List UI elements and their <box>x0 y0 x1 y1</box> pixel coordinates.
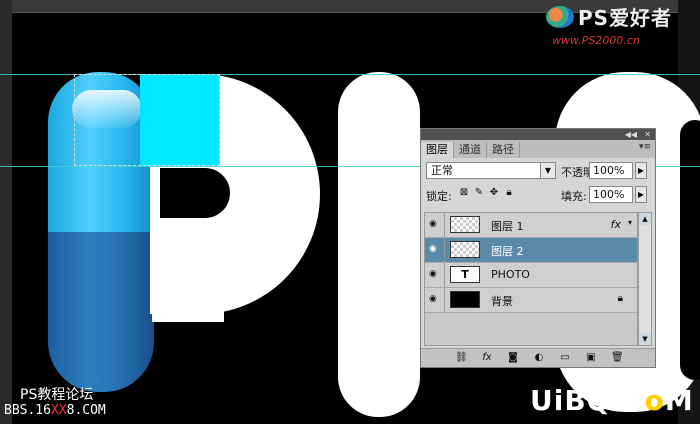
double-arrow-right-icon[interactable]: ◀◀ <box>625 129 637 140</box>
blend-row: 正常 ▼ 不透明度: 100% ▶ <box>421 158 655 182</box>
layer-row[interactable]: ◉ T PHOTO <box>425 263 637 288</box>
panel-tabs: 图层 通道 路径 ▾≡ <box>421 140 655 158</box>
layer-name: 图层 1 <box>491 220 524 233</box>
blend-mode-select[interactable]: 正常 ▼ <box>426 162 556 179</box>
lock-position-icon[interactable]: ✥ <box>489 188 499 198</box>
letter-p-counter <box>160 168 230 218</box>
chevron-down-icon[interactable]: ▼ <box>540 163 555 178</box>
new-layer-icon[interactable]: ▣ <box>585 352 597 363</box>
layer-name: 背景 <box>491 295 513 308</box>
pill-letter-bottom <box>48 232 154 392</box>
mask-icon[interactable]: ◙ <box>507 352 519 363</box>
scroll-up-icon[interactable]: ▲ <box>639 213 651 225</box>
canvas-left-ruler <box>0 0 12 424</box>
logo-mark-icon <box>546 5 574 28</box>
divider <box>444 288 445 312</box>
scroll-down-icon[interactable]: ▼ <box>639 333 651 345</box>
forum-url: BBS.16XX8.COM <box>4 403 106 418</box>
forum-url-part-b: XX <box>50 403 67 418</box>
layer-row[interactable]: ◉ 背景 🔒︎ <box>425 288 637 313</box>
text-layer-thumbnail: T <box>450 266 480 283</box>
lock-icons: ⊠ ✎ ✥ 🔒︎ <box>459 188 514 198</box>
lock-all-icon[interactable]: 🔒︎ <box>504 188 514 198</box>
fill-label: 填充: <box>561 190 587 203</box>
layer-row-selected[interactable]: ◉ 图层 2 <box>425 238 637 263</box>
divider <box>444 213 445 237</box>
divider <box>444 238 445 262</box>
site-watermark-c: M <box>664 384 694 417</box>
tab-paths[interactable]: 路径 <box>487 142 520 158</box>
layers-list: ◉ 图层 1 fx ▾ ◉ 图层 2 ◉ T PHOTO ◉ 背景 🔒︎ <box>424 212 638 346</box>
lock-label: 锁定: <box>426 190 452 203</box>
letter-o-shadow <box>680 120 700 380</box>
trash-icon[interactable]: 🗑︎ <box>611 352 624 363</box>
eye-icon[interactable]: ◉ <box>429 295 439 304</box>
layer-thumbnail <box>450 216 480 233</box>
layer-name: PHOTO <box>491 268 530 281</box>
layer-thumbnail <box>450 241 480 258</box>
logo-url: www.PS2000.cn <box>552 34 640 47</box>
layer-name: 图层 2 <box>491 245 524 258</box>
forum-url-part-a: BBS.16 <box>4 403 51 418</box>
site-watermark-b: o <box>644 384 665 417</box>
forum-name: PS教程论坛 <box>20 387 94 403</box>
site-watermark-a: UiBQ.C <box>530 384 645 417</box>
divider <box>444 263 445 287</box>
close-icon[interactable]: ✕ <box>644 129 651 140</box>
tab-layers[interactable]: 图层 <box>421 142 454 158</box>
site-watermark: UiBQ.CoM <box>530 384 694 417</box>
lock-transparency-icon[interactable]: ⊠ <box>459 188 469 198</box>
letter-p-stem <box>152 232 224 322</box>
marquee-selection[interactable] <box>74 74 220 166</box>
forum-url-part-c: 8.COM <box>66 403 106 418</box>
site-logo: PS爱好者 <box>546 2 672 31</box>
fill-arrow-icon[interactable]: ▶ <box>635 186 647 203</box>
panel-menu-icon[interactable]: ▾≡ <box>639 142 651 152</box>
logo-text: PS爱好者 <box>578 6 673 30</box>
eye-icon[interactable]: ◉ <box>429 270 439 279</box>
fx-icon[interactable]: fx <box>481 352 493 363</box>
opacity-arrow-icon[interactable]: ▶ <box>635 162 647 179</box>
tab-channels[interactable]: 通道 <box>454 142 487 158</box>
layer-row[interactable]: ◉ 图层 1 fx ▾ <box>425 213 637 238</box>
eye-icon[interactable]: ◉ <box>429 220 439 229</box>
layers-scrollbar[interactable]: ▲ ▼ <box>638 212 652 346</box>
lock-row: 锁定: ⊠ ✎ ✥ 🔒︎ 填充: 100% ▶ <box>421 182 655 206</box>
folder-icon[interactable]: ▭ <box>559 352 571 363</box>
link-icon[interactable]: ⛓ <box>455 352 468 363</box>
fx-icon[interactable]: fx <box>611 218 621 231</box>
panel-footer: ⛓ fx ◙ ◐ ▭ ▣ 🗑︎ <box>421 348 655 367</box>
blend-mode-value: 正常 <box>431 164 453 177</box>
lock-pixels-icon[interactable]: ✎ <box>474 188 484 198</box>
expand-effects-icon[interactable]: ▾ <box>628 218 632 227</box>
adjustment-icon[interactable]: ◐ <box>533 352 545 363</box>
eye-icon[interactable]: ◉ <box>429 245 439 254</box>
opacity-input[interactable]: 100% <box>589 162 633 179</box>
layers-panel: ◀◀ ✕ 图层 通道 路径 ▾≡ 正常 ▼ 不透明度: 100% ▶ 锁定: ⊠… <box>420 128 656 368</box>
lock-icon: 🔒︎ <box>617 293 623 304</box>
fill-input[interactable]: 100% <box>589 186 633 203</box>
panel-title-bar[interactable]: ◀◀ ✕ <box>421 129 655 140</box>
letter-h <box>338 72 420 417</box>
layer-thumbnail <box>450 291 480 308</box>
